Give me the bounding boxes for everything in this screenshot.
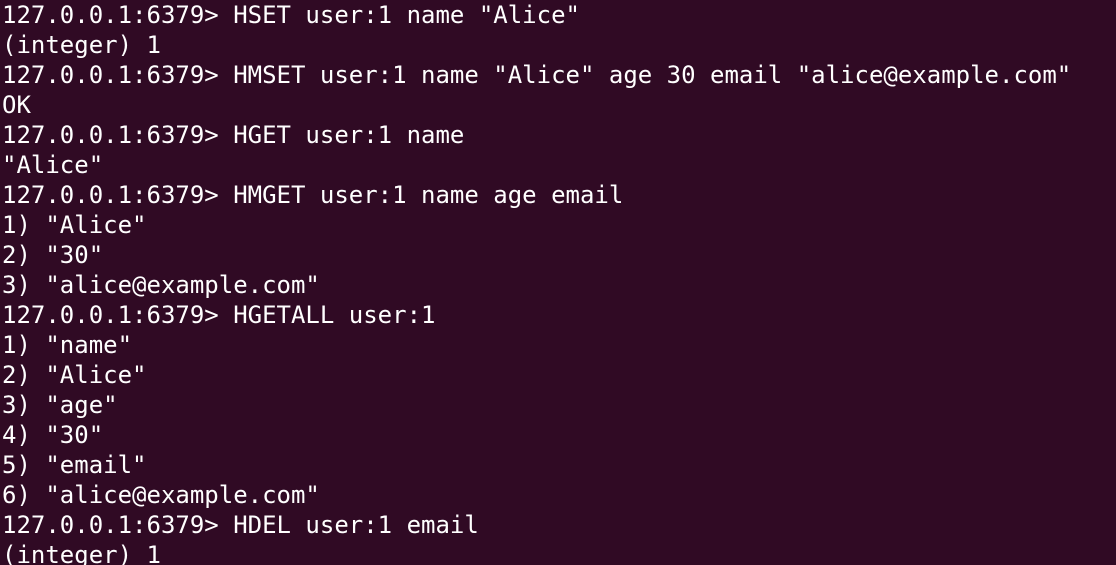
output-line: OK — [2, 90, 1116, 120]
output-text: 2) "Alice" — [2, 361, 147, 389]
output-text: 4) "30" — [2, 421, 104, 449]
command-text: HGET user:1 name — [233, 121, 465, 149]
output-text: "Alice" — [2, 151, 104, 179]
command-line: 127.0.0.1:6379> HDEL user:1 email — [2, 510, 1116, 540]
output-line: "Alice" — [2, 150, 1116, 180]
command-line: 127.0.0.1:6379> HSET user:1 name "Alice" — [2, 0, 1116, 30]
shell-prompt: 127.0.0.1:6379> — [2, 121, 234, 149]
output-line: 3) "age" — [2, 390, 1116, 420]
command-line: 127.0.0.1:6379> HGETALL user:1 — [2, 300, 1116, 330]
command-text: HDEL user:1 email — [233, 511, 479, 539]
command-line: 127.0.0.1:6379> HMSET user:1 name "Alice… — [2, 60, 1116, 90]
command-line: 127.0.0.1:6379> HGET user:1 name — [2, 120, 1116, 150]
output-line: 3) "alice@example.com" — [2, 270, 1116, 300]
output-text: OK — [2, 91, 31, 119]
output-line: 2) "Alice" — [2, 360, 1116, 390]
output-line: (integer) 1 — [2, 540, 1116, 565]
shell-prompt: 127.0.0.1:6379> — [2, 61, 234, 89]
output-line: 4) "30" — [2, 420, 1116, 450]
output-text: 6) "alice@example.com" — [2, 481, 320, 509]
output-text: 3) "alice@example.com" — [2, 271, 320, 299]
output-line: 1) "name" — [2, 330, 1116, 360]
output-line: (integer) 1 — [2, 30, 1116, 60]
output-line: 6) "alice@example.com" — [2, 480, 1116, 510]
command-text: HMGET user:1 name age email — [233, 181, 624, 209]
command-text: HMSET user:1 name "Alice" age 30 email "… — [233, 61, 1072, 89]
output-text: 5) "email" — [2, 451, 147, 479]
command-text: HSET user:1 name "Alice" — [233, 1, 580, 29]
output-text: 1) "Alice" — [2, 211, 147, 239]
output-text: 1) "name" — [2, 331, 133, 359]
command-text: HGETALL user:1 — [233, 301, 436, 329]
shell-prompt: 127.0.0.1:6379> — [2, 511, 234, 539]
terminal-window[interactable]: 127.0.0.1:6379> HSET user:1 name "Alice"… — [0, 0, 1116, 565]
output-text: (integer) 1 — [2, 541, 161, 565]
output-line: 1) "Alice" — [2, 210, 1116, 240]
output-text: (integer) 1 — [2, 31, 161, 59]
command-line: 127.0.0.1:6379> HMGET user:1 name age em… — [2, 180, 1116, 210]
output-text: 2) "30" — [2, 241, 104, 269]
output-line: 2) "30" — [2, 240, 1116, 270]
output-text: 3) "age" — [2, 391, 118, 419]
shell-prompt: 127.0.0.1:6379> — [2, 181, 234, 209]
shell-prompt: 127.0.0.1:6379> — [2, 301, 234, 329]
shell-prompt: 127.0.0.1:6379> — [2, 1, 234, 29]
output-line: 5) "email" — [2, 450, 1116, 480]
